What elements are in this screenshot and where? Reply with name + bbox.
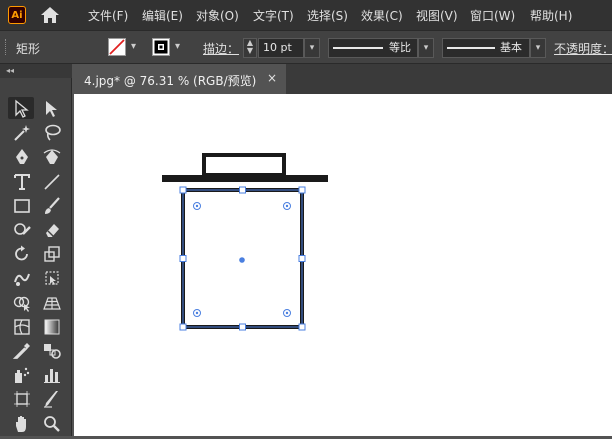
shape-builder-tool-icon[interactable] <box>8 291 34 313</box>
center-point <box>239 257 245 263</box>
home-icon[interactable] <box>40 6 60 24</box>
resize-handle-top-left[interactable] <box>179 186 187 194</box>
close-icon[interactable]: × <box>267 71 277 85</box>
control-bar-grip[interactable] <box>5 39 8 55</box>
collapse-toolbar-icon[interactable]: ◂◂ <box>0 64 72 78</box>
app-logo: Ai <box>8 6 26 24</box>
warp-tool-icon[interactable] <box>8 266 34 288</box>
menu-select[interactable]: 选择(S) <box>307 7 348 24</box>
trash-lid-handle[interactable] <box>202 153 286 177</box>
stroke-color-icon <box>154 40 168 54</box>
menu-view[interactable]: 视图(V) <box>416 7 458 24</box>
document-tab-strip: 4.jpg* @ 76.31 % (RGB/预览) × <box>74 64 612 94</box>
resize-handle-bottom-left[interactable] <box>179 323 187 331</box>
magic-wand-tool-icon[interactable] <box>8 121 34 143</box>
line-segment-tool-icon[interactable] <box>38 170 64 192</box>
lasso-tool-icon[interactable] <box>38 121 64 143</box>
menu-file[interactable]: 文件(F) <box>88 7 128 24</box>
scale-tool-icon[interactable] <box>38 242 64 264</box>
rotate-tool-icon[interactable] <box>8 242 34 264</box>
artboard-canvas[interactable] <box>74 94 612 436</box>
brush-label: 基本 <box>500 41 522 54</box>
menu-edit[interactable]: 编辑(E) <box>142 7 183 24</box>
menu-object[interactable]: 对象(O) <box>196 7 239 24</box>
brush-dropdown[interactable]: ▾ <box>530 38 546 58</box>
hand-tool-icon[interactable] <box>8 412 34 434</box>
eraser-tool-icon[interactable] <box>38 218 64 240</box>
gradient-tool-icon[interactable] <box>38 315 64 337</box>
blend-tool-icon[interactable] <box>38 339 64 361</box>
trash-lid-bar[interactable] <box>162 175 328 182</box>
stroke-weight-dropdown[interactable]: ▾ <box>304 38 320 58</box>
opacity-label[interactable]: 不透明度： <box>554 40 612 57</box>
selection-bounding-box[interactable] <box>179 186 306 331</box>
profile-dropdown[interactable]: ▾ <box>418 38 434 58</box>
menu-window[interactable]: 窗口(W) <box>470 7 515 24</box>
direct-selection-tool-icon[interactable] <box>38 97 64 119</box>
curvature-tool-icon[interactable] <box>38 145 64 167</box>
rectangle-tool-icon[interactable] <box>8 194 34 216</box>
brush-definition-select[interactable]: 基本 <box>442 38 530 58</box>
profile-line-icon <box>333 47 383 49</box>
selection-type-label: 矩形 <box>16 42 41 56</box>
resize-handle-bottom-right[interactable] <box>298 323 306 331</box>
artboard-tool-icon[interactable] <box>8 387 34 409</box>
tools-panel: ◂◂ <box>0 64 72 436</box>
menu-type[interactable]: 文字(T) <box>253 7 294 24</box>
symbol-sprayer-tool-icon[interactable] <box>8 363 34 385</box>
control-bar: 矩形 ▾ ▾ 描边： ▲ ▼ 10 pt ▾ 等比 ▾ 基本 ▾ 不透明度： <box>0 30 612 64</box>
resize-handle-bottom[interactable] <box>239 323 246 331</box>
type-tool-icon[interactable] <box>8 170 34 192</box>
mesh-tool-icon[interactable] <box>8 315 34 337</box>
stroke-dropdown-chevron-icon[interactable]: ▾ <box>175 39 185 55</box>
menu-help[interactable]: 帮助(H) <box>530 7 572 24</box>
document-tab-title: 4.jpg* @ 76.31 % (RGB/预览) <box>84 74 257 88</box>
resize-handle-right[interactable] <box>298 255 306 262</box>
zoom-tool-icon[interactable] <box>38 412 64 434</box>
selection-tool-icon[interactable] <box>8 97 34 119</box>
fill-dropdown-chevron-icon[interactable]: ▾ <box>131 39 141 55</box>
eyedropper-tool-icon[interactable] <box>8 339 34 361</box>
fill-swatch[interactable] <box>108 38 126 56</box>
profile-label: 等比 <box>389 41 411 54</box>
menu-bar: Ai 文件(F) 编辑(E) 对象(O) 文字(T) 选择(S) 效果(C) 视… <box>0 0 612 30</box>
menu-effect[interactable]: 效果(C) <box>361 7 403 24</box>
resize-handle-top-right[interactable] <box>298 186 306 194</box>
free-transform-tool-icon[interactable] <box>38 266 64 288</box>
shaper-tool-icon[interactable] <box>8 218 34 240</box>
artwork <box>162 153 328 331</box>
stroke-weight-label[interactable]: 描边： <box>203 40 239 57</box>
no-fill-icon <box>109 39 125 55</box>
document-tab[interactable]: 4.jpg* @ 76.31 % (RGB/预览) × <box>74 64 286 94</box>
brush-line-icon <box>447 47 495 49</box>
perspective-grid-tool-icon[interactable] <box>38 291 64 313</box>
stroke-weight-field[interactable]: 10 pt <box>258 38 304 58</box>
column-graph-tool-icon[interactable] <box>38 363 64 385</box>
pen-tool-icon[interactable] <box>8 145 34 167</box>
resize-handle-top[interactable] <box>239 186 246 194</box>
variable-width-profile-select[interactable]: 等比 <box>328 38 418 58</box>
resize-handle-left[interactable] <box>179 255 187 262</box>
stroke-swatch[interactable] <box>152 38 170 56</box>
stroke-weight-stepper[interactable]: ▲ ▼ <box>243 38 257 58</box>
slice-tool-icon[interactable] <box>38 387 64 409</box>
paintbrush-tool-icon[interactable] <box>38 194 64 216</box>
